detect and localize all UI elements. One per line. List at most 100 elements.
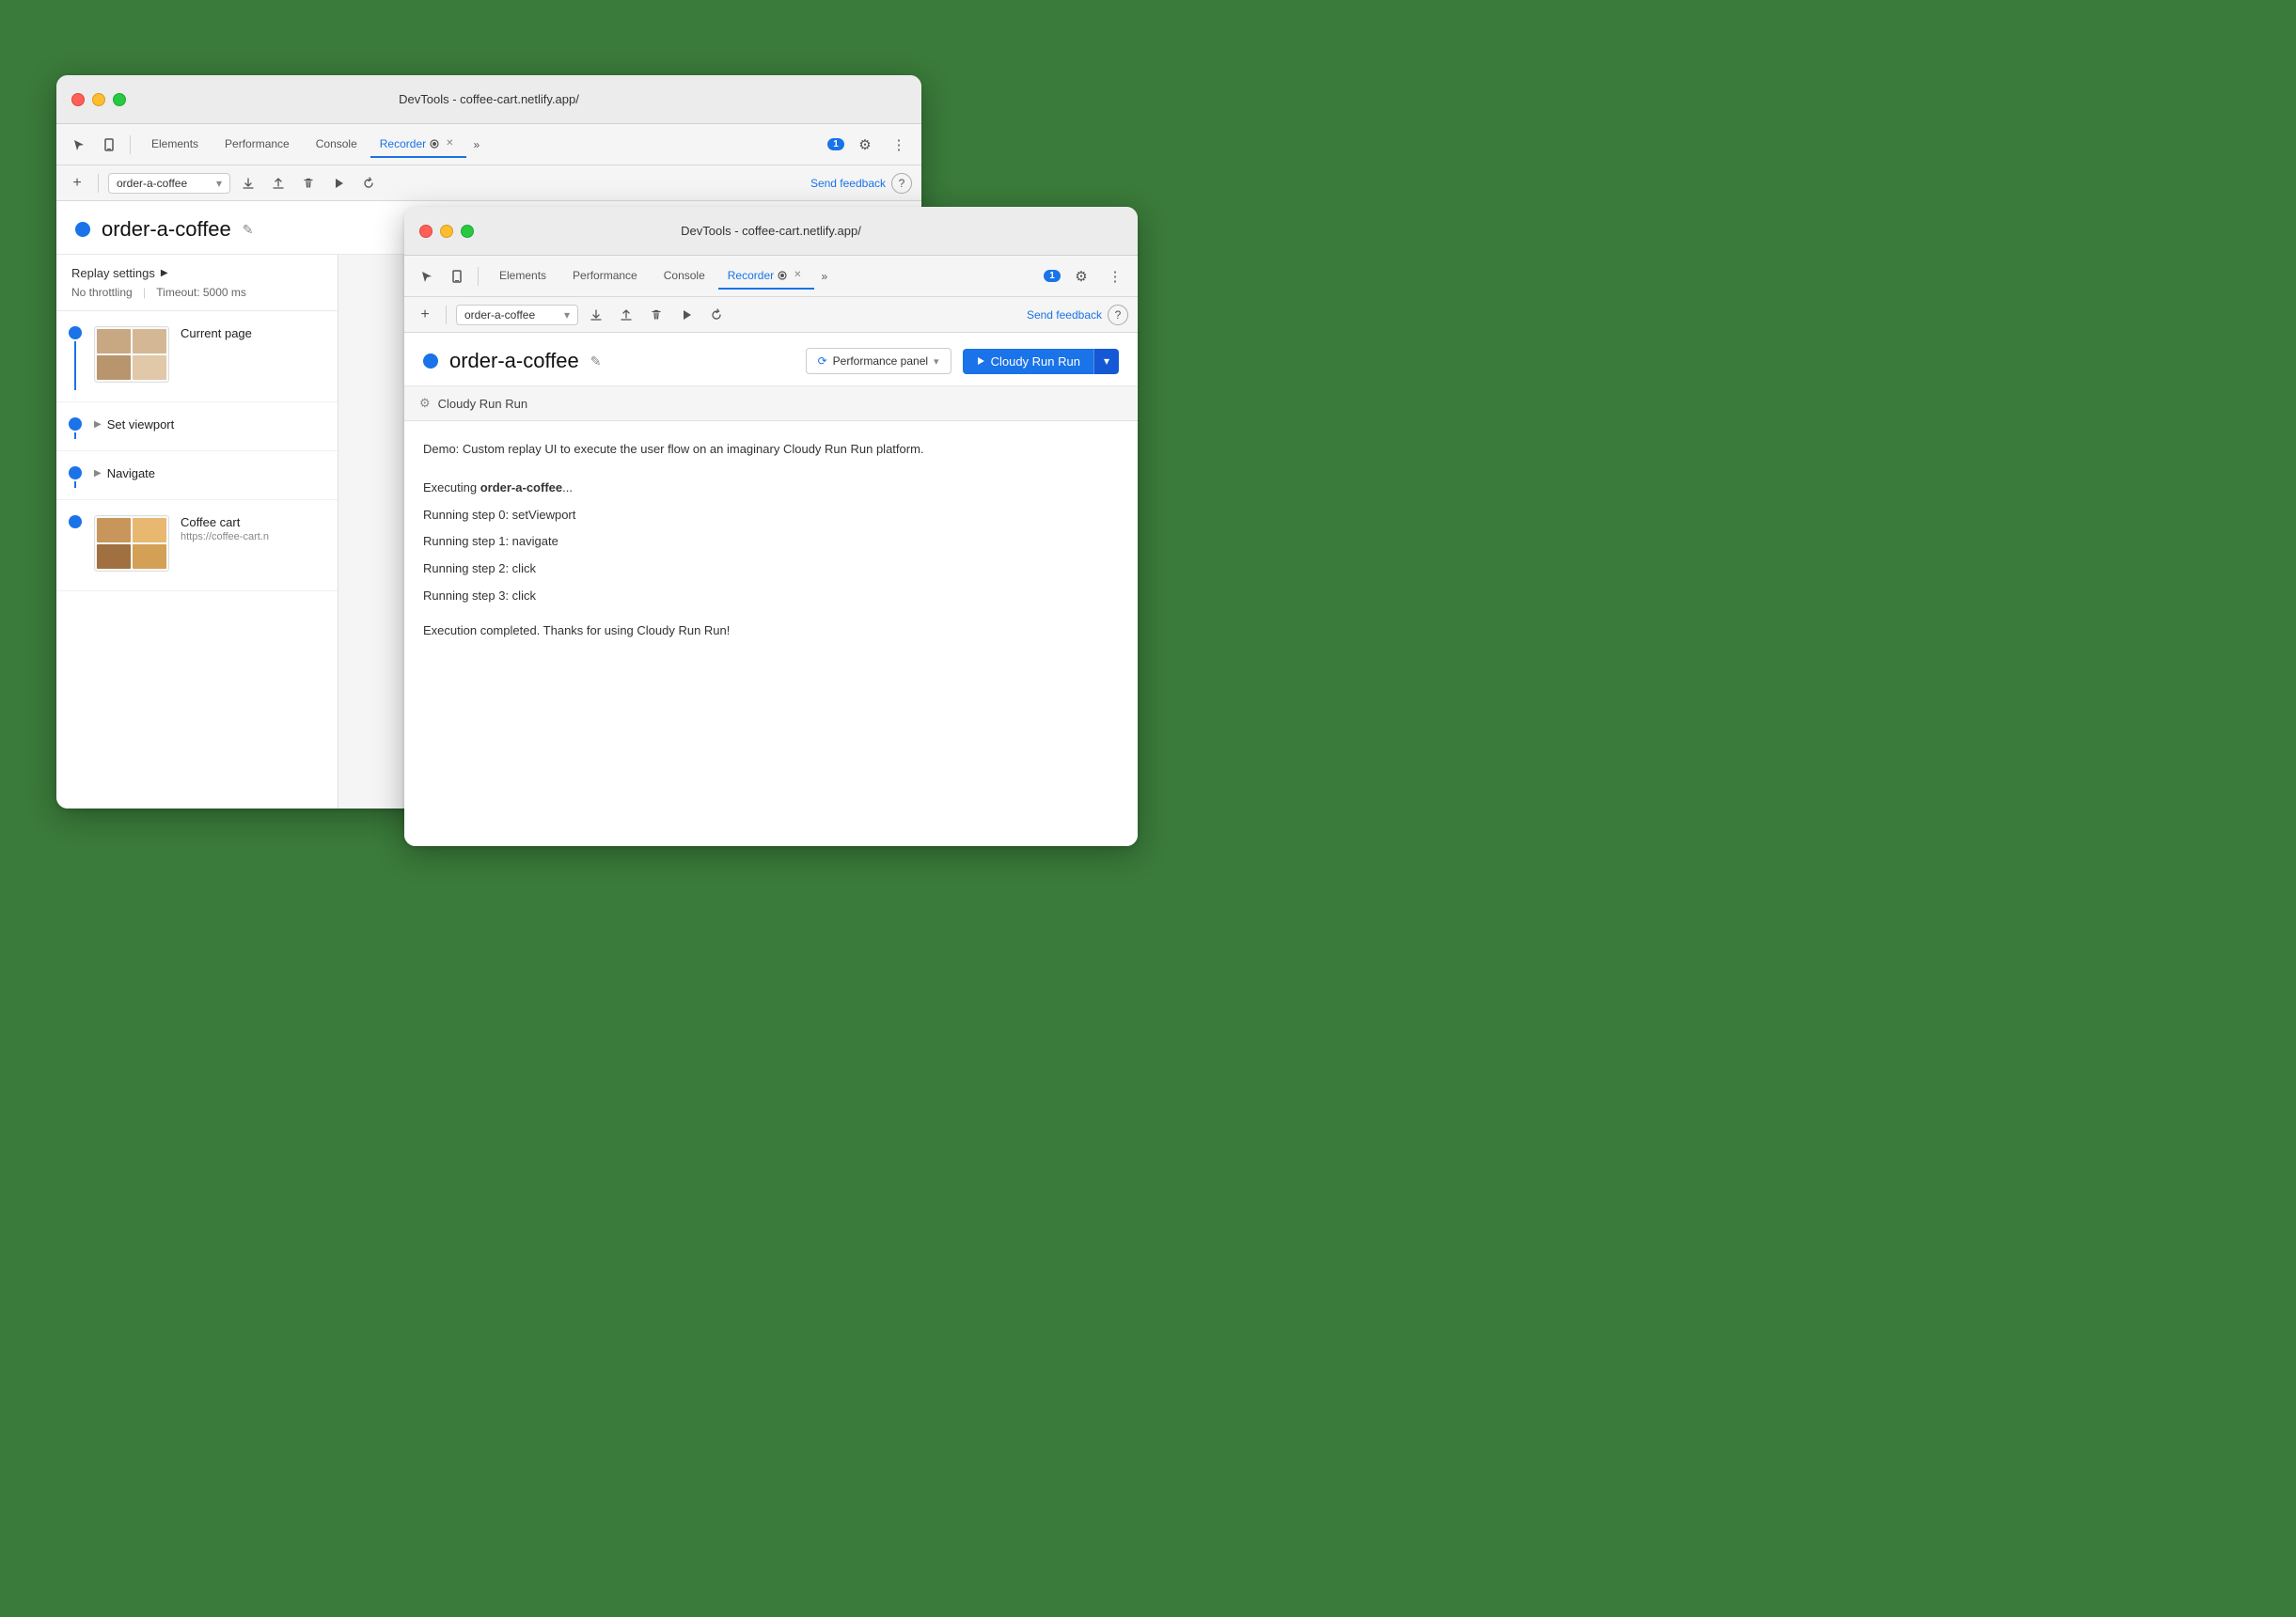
import-btn-front[interactable] <box>614 303 638 327</box>
add-recording-btn-front[interactable]: + <box>414 304 436 326</box>
replay-settings-back: Replay settings ▶ No throttling | Timeou… <box>56 255 338 311</box>
recorder-toolbar-back: + order-a-coffee ▾ Send feedback <box>56 165 921 201</box>
recording-dot-front <box>423 353 438 369</box>
tab-elements-back[interactable]: Elements <box>138 132 212 158</box>
step-content-4: Coffee cart https://coffee-cart.n <box>94 511 338 579</box>
step-line-1 <box>74 341 76 390</box>
cursor-tool-front[interactable] <box>414 263 440 290</box>
step-chevron-2: ▶ <box>94 419 102 430</box>
edit-icon-front[interactable]: ✎ <box>590 353 602 369</box>
recorder-icon-front <box>778 271 787 280</box>
tl-yellow-back[interactable] <box>92 93 105 106</box>
kebab-icon-front[interactable]: ⋮ <box>1102 263 1128 290</box>
nav-tabs-back: Elements Performance Console Recorder ✕ … <box>138 132 824 158</box>
timeline-col-3 <box>56 463 94 488</box>
step-title-navigate[interactable]: ▶ Navigate <box>94 466 326 480</box>
notification-badge-back[interactable]: 1 <box>827 138 844 150</box>
notification-badge-front[interactable]: 1 <box>1044 270 1061 282</box>
tab-console-back[interactable]: Console <box>303 132 370 158</box>
tl-green-back[interactable] <box>113 93 126 106</box>
edit-icon-back[interactable]: ✎ <box>243 222 254 238</box>
recording-selector-chevron-back: ▾ <box>216 177 222 190</box>
recording-selector-back[interactable]: order-a-coffee ▾ <box>108 173 230 194</box>
thumb-grid-4 <box>95 516 168 571</box>
step-line-2 <box>74 432 76 439</box>
recording-dot-back <box>75 222 90 237</box>
settings-icon-back[interactable]: ⚙ <box>852 132 878 158</box>
window-body-front: Elements Performance Console Recorder ✕ … <box>404 256 1138 846</box>
tl-yellow-front[interactable] <box>440 225 453 238</box>
tl-red-back[interactable] <box>71 93 85 106</box>
send-feedback-link-front[interactable]: Send feedback <box>1027 308 1102 322</box>
tab-close-recorder-front[interactable]: ✕ <box>791 269 804 281</box>
custom-replay-panel: Demo: Custom replay UI to execute the us… <box>404 421 1138 846</box>
replay-settings-info-back: No throttling | Timeout: 5000 ms <box>71 286 322 299</box>
performance-panel-label-front: Performance panel <box>833 354 928 368</box>
play-btn-back[interactable] <box>326 171 351 196</box>
thumb-cell-1c <box>97 355 131 380</box>
add-recording-btn-back[interactable]: + <box>66 172 88 195</box>
tab-console-front[interactable]: Console <box>651 263 718 290</box>
toolbar-right-back: 1 ⚙ ⋮ <box>827 132 912 158</box>
recording-selector-name-front: order-a-coffee <box>464 308 535 322</box>
thumb-cell-4d <box>133 544 166 569</box>
thumb-cell-1d <box>133 355 166 380</box>
step-title-coffee-cart: Coffee cart <box>181 515 326 529</box>
log-step-2-text: Running step 2: click <box>423 561 536 575</box>
tl-green-front[interactable] <box>461 225 474 238</box>
replay-btn-arrow-front[interactable]: ▾ <box>1093 349 1119 374</box>
step-title-viewport[interactable]: ▶ Set viewport <box>94 417 326 432</box>
tl-red-front[interactable] <box>419 225 432 238</box>
titlebar-front: DevTools - coffee-cart.netlify.app/ <box>404 207 1138 256</box>
tab-recorder-back[interactable]: Recorder ✕ <box>370 132 466 158</box>
nav-tabs-front: Elements Performance Console Recorder ✕ … <box>486 263 1040 290</box>
step-content-3: ▶ Navigate <box>94 463 338 488</box>
play-btn-front[interactable] <box>674 303 699 327</box>
recording-selector-chevron-front: ▾ <box>564 308 570 322</box>
help-btn-back[interactable]: ? <box>891 173 912 194</box>
tab-elements-front[interactable]: Elements <box>486 263 559 290</box>
replay-settings-arrow-back: ▶ <box>161 268 168 278</box>
tab-performance-back[interactable]: Performance <box>212 132 303 158</box>
refresh-btn-front[interactable] <box>704 303 729 327</box>
recorder-tab-label-front: Recorder <box>728 269 774 282</box>
recorder-tab-label-back: Recorder <box>380 137 426 150</box>
step-dot-3 <box>69 466 82 479</box>
delete-btn-back[interactable] <box>296 171 321 196</box>
tab-close-recorder-back[interactable]: ✕ <box>443 137 456 149</box>
step-dot-1 <box>69 326 82 339</box>
recording-selector-name-back: order-a-coffee <box>117 177 187 190</box>
replay-btn-group-front: Cloudy Run Run ▾ Speed ✕ Normal (Default… <box>963 349 1119 374</box>
help-btn-front[interactable]: ? <box>1108 305 1128 325</box>
device-tool-front[interactable] <box>444 263 470 290</box>
step-text-1: Current page <box>181 326 326 340</box>
recorder-toolbar-front: + order-a-coffee ▾ Send feedback <box>404 297 1138 333</box>
refresh-btn-back[interactable] <box>356 171 381 196</box>
replay-settings-label-back: Replay settings <box>71 266 155 280</box>
recording-selector-front[interactable]: order-a-coffee ▾ <box>456 305 578 325</box>
thumb-cell-4b <box>133 518 166 542</box>
thumb-cell-1a <box>97 329 131 353</box>
step-set-viewport: ▶ Set viewport <box>56 402 338 451</box>
export-btn-front[interactable] <box>584 303 608 327</box>
step-line-3 <box>74 481 76 488</box>
replay-btn-front[interactable]: Cloudy Run Run <box>963 349 1093 374</box>
export-btn-back[interactable] <box>236 171 260 196</box>
performance-panel-btn-front[interactable]: ⟳ Performance panel ▾ <box>806 348 951 374</box>
delete-btn-front[interactable] <box>644 303 668 327</box>
send-feedback-link-back[interactable]: Send feedback <box>810 177 886 190</box>
tab-recorder-front[interactable]: Recorder ✕ <box>718 263 814 290</box>
cursor-tool-back[interactable] <box>66 132 92 158</box>
titlebar-title-front: DevTools - coffee-cart.netlify.app/ <box>404 224 1138 238</box>
kebab-icon-back[interactable]: ⋮ <box>886 132 912 158</box>
replay-settings-title-back[interactable]: Replay settings ▶ <box>71 266 322 280</box>
more-tabs-back[interactable]: » <box>466 134 488 155</box>
settings-icon-front[interactable]: ⚙ <box>1068 263 1094 290</box>
tab-performance-front[interactable]: Performance <box>559 263 651 290</box>
separator-back: | <box>143 286 146 299</box>
device-tool-back[interactable] <box>96 132 122 158</box>
step-thumbnail-1 <box>94 326 169 383</box>
custom-replay-gear-icon: ⚙ <box>419 396 431 411</box>
more-tabs-front[interactable]: » <box>814 266 836 287</box>
import-btn-back[interactable] <box>266 171 291 196</box>
